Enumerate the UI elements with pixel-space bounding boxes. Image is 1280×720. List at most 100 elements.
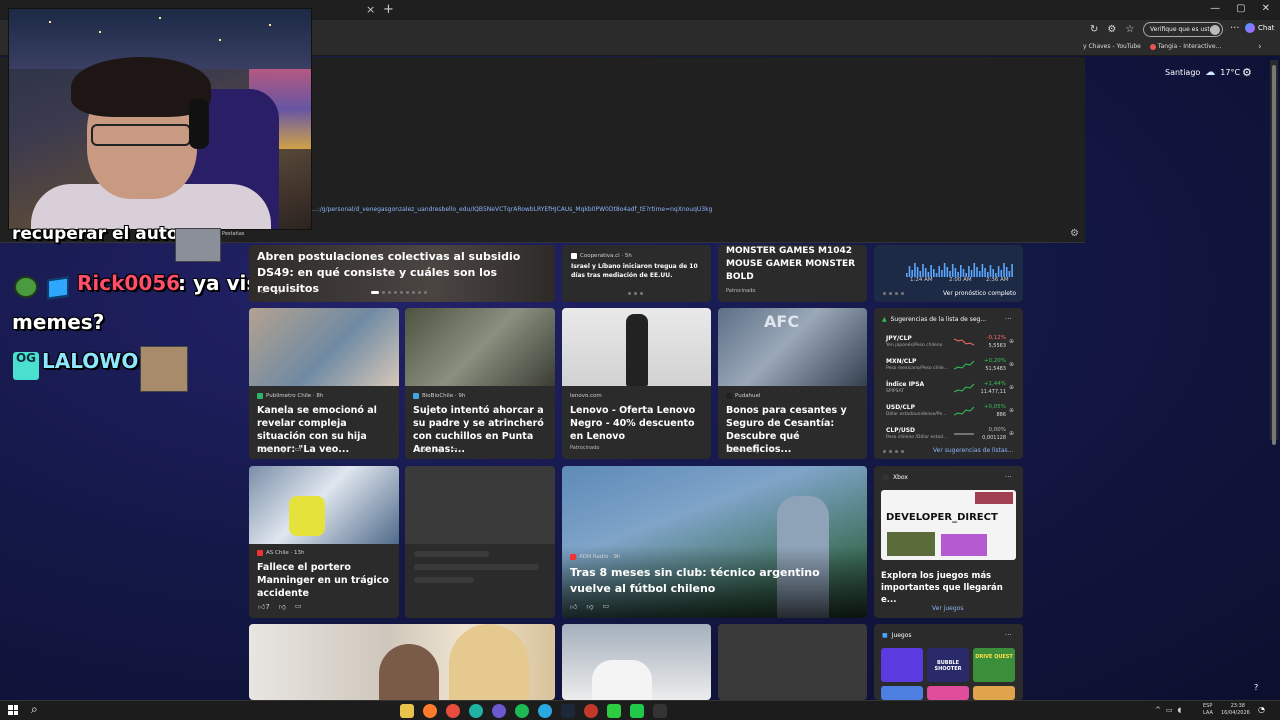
bookmark-tangia[interactable]: Tangia - Interactive... [1150,43,1221,50]
comment-icon[interactable]: ▭ [451,445,458,454]
dislike-icon[interactable]: 👎︎ [586,602,593,611]
weather-widget[interactable]: 1:24 AM 2:00 AM 2:36 AM Ver pronóstico c… [874,245,1023,302]
dislike-icon[interactable]: 👎︎ [435,445,442,454]
copilot-chat-button[interactable]: Chat [1245,23,1274,33]
feature-news-card[interactable]: ADN Radio · 9h Tras 8 meses sin club: té… [562,466,867,618]
messaging-icon[interactable] [538,704,552,718]
close-window-button[interactable]: ✕ [1262,3,1270,14]
more-options-icon[interactable]: ··· [1005,315,1012,323]
add-to-watchlist-icon[interactable]: ⊕ [1009,384,1014,391]
stock-row[interactable]: CLP/USD Peso chileno /Dólar estad... 0,00%… [886,426,1014,448]
comment-icon[interactable]: ▭ [602,602,609,611]
help-icon[interactable]: ? [1254,683,1258,692]
see-games-link[interactable]: Ver juegos [932,605,963,612]
like-icon[interactable]: 👍︎7 [258,602,270,611]
recorder-icon[interactable] [584,704,598,718]
volume-icon[interactable]: ◖ [1178,706,1182,714]
file-explorer-icon[interactable] [400,704,414,718]
news-card-coop[interactable]: Cooperativa.cl · 5h Israel y Líbano inic… [562,245,711,302]
ad-card-monster[interactable]: MONSTER GAMES M1042 MOUSE GAMER MONSTER … [718,245,867,302]
dislike-icon[interactable]: 👎︎ [279,602,286,611]
page-scrollbar-thumb[interactable] [1272,65,1276,445]
more-options-icon[interactable]: ··· [1005,473,1012,481]
add-to-watchlist-icon[interactable]: ⊕ [1009,407,1014,414]
maximize-button[interactable]: ▢ [1236,3,1245,14]
app-icon[interactable] [653,704,667,718]
minimize-button[interactable]: — [1210,3,1220,14]
language-indicator[interactable]: ESP LAA [1203,703,1213,717]
game-tile[interactable] [881,686,923,700]
more-options-icon[interactable]: ··· [1005,631,1012,639]
stock-row[interactable]: MXN/CLP Peso mexicano/Peso chile... +0,20%… [886,357,1014,379]
refresh-icon[interactable]: ↻ [1090,24,1098,35]
dislike-icon[interactable]: 👎︎ [274,286,281,295]
dislike-icon[interactable]: 👎︎ [279,445,286,454]
network-icon[interactable]: ▭ [1166,706,1173,714]
carousel-dots[interactable] [371,291,427,294]
clock[interactable]: 23:38 16/04/2026 [1221,703,1250,717]
profile-verify-button[interactable]: Verifique que es usted [1143,22,1223,37]
favorites-icon[interactable]: ☆ [1125,24,1134,35]
extensions-icon[interactable]: ⚙ [1107,24,1116,35]
ad-card-lenovo[interactable]: lenovo.com Lenovo - Oferta Lenovo Negro … [562,308,711,459]
stock-row[interactable]: USD/CLP Dólar estadounidense/Pe... +0,05% 8… [886,403,1014,425]
new-tab-button[interactable]: + [383,2,394,17]
add-to-watchlist-icon[interactable]: ⊕ [1009,338,1014,345]
like-icon[interactable]: 👍︎14 [727,445,743,454]
news-card[interactable] [562,624,711,700]
comment-icon[interactable]: ▭ [295,602,302,611]
game-tile[interactable] [927,686,969,700]
games-widget[interactable]: ■ Juegos ··· BUBBLE SHOOTER DRIVE QUEST [874,624,1023,700]
full-forecast-link[interactable]: Ver pronóstico completo [943,290,1016,297]
steam-icon[interactable] [561,704,575,718]
start-button[interactable] [8,705,18,715]
game-tile[interactable] [881,648,923,682]
stock-row[interactable]: Índice IPSA SPIPSAT +1,44% 11.477,11 ⊕ [886,380,1014,402]
news-card[interactable]: AFC Pudahuel Bonos para cesantes y Segur… [718,308,867,459]
like-icon[interactable]: 👍︎6 [414,445,426,454]
like-icon[interactable]: 👍︎4 [258,445,270,454]
spotify-icon[interactable] [515,704,529,718]
panel-settings-icon[interactable]: ⚙ [1070,228,1079,239]
obs-icon[interactable] [492,704,506,718]
watchlist-widget[interactable]: ▲ Sugerencias de la lista de seg... ··· J… [874,308,1023,459]
carousel-dots[interactable] [883,450,904,453]
weather-header[interactable]: Santiago ☁ 17°C [1165,67,1240,78]
like-icon[interactable]: 👍︎ [258,286,265,295]
search-icon[interactable]: ⌕ [31,702,38,717]
settings-gear-icon[interactable]: ⚙ [1242,66,1252,79]
news-card[interactable] [249,624,555,700]
watchlist-suggestions-link[interactable]: Ver sugerencias de listas... [933,447,1013,454]
news-card[interactable]: BioBioChile · 9h Sujeto intentó ahorcar … [405,308,555,459]
game-launcher-icon[interactable] [630,704,644,718]
dislike-icon[interactable]: 👎︎ [752,445,759,454]
comment-icon[interactable]: ▭ [290,286,297,295]
notifications-icon[interactable]: ◔ [1258,705,1265,714]
xbox-banner[interactable]: DEVELOPER_DIRECT [881,490,1016,560]
hero-news-card[interactable]: Abren postulaciones colectivas al subsid… [249,245,555,302]
carousel-dots[interactable] [628,292,643,295]
news-card[interactable]: AS Chile · 13h Fallece el portero Mannin… [249,466,399,618]
play-icon[interactable] [607,704,621,718]
comment-icon[interactable]: ▭ [295,445,302,454]
more-icon[interactable]: ··· [1230,23,1240,34]
game-tile-drive-quest[interactable]: DRIVE QUEST [973,648,1015,682]
edge-icon[interactable] [469,704,483,718]
like-icon[interactable]: 👍︎ [570,602,577,611]
suggested-url[interactable]: ...:/g/personal/d_venegasgonzalez_uandre… [312,206,712,213]
firefox-icon[interactable] [423,704,437,718]
tray-chevron-icon[interactable]: ^ [1155,706,1161,714]
game-tile-bubble-shooter[interactable]: BUBBLE SHOOTER [927,648,969,682]
bookmark-youtube[interactable]: y Chaves - YouTube [1083,43,1141,50]
chrome-icon[interactable] [446,704,460,718]
game-tile[interactable] [973,686,1015,700]
stock-row[interactable]: JPY/CLP Yen japonés/Peso chileno -0,12% 5,5… [886,334,1014,356]
tab-close-button[interactable]: × [366,3,375,16]
add-to-watchlist-icon[interactable]: ⊕ [1009,430,1014,437]
comment-icon[interactable]: ▭ [768,445,775,454]
news-card[interactable]: Publimetro Chile · 8h Kanela se emocionó… [249,308,399,459]
add-to-watchlist-icon[interactable]: ⊕ [1009,361,1014,368]
carousel-dots[interactable] [883,292,904,295]
bookmarks-more-icon[interactable]: › [1258,42,1262,52]
xbox-widget[interactable]: Xbox ··· DEVELOPER_DIRECT Explora los ju… [874,466,1023,618]
